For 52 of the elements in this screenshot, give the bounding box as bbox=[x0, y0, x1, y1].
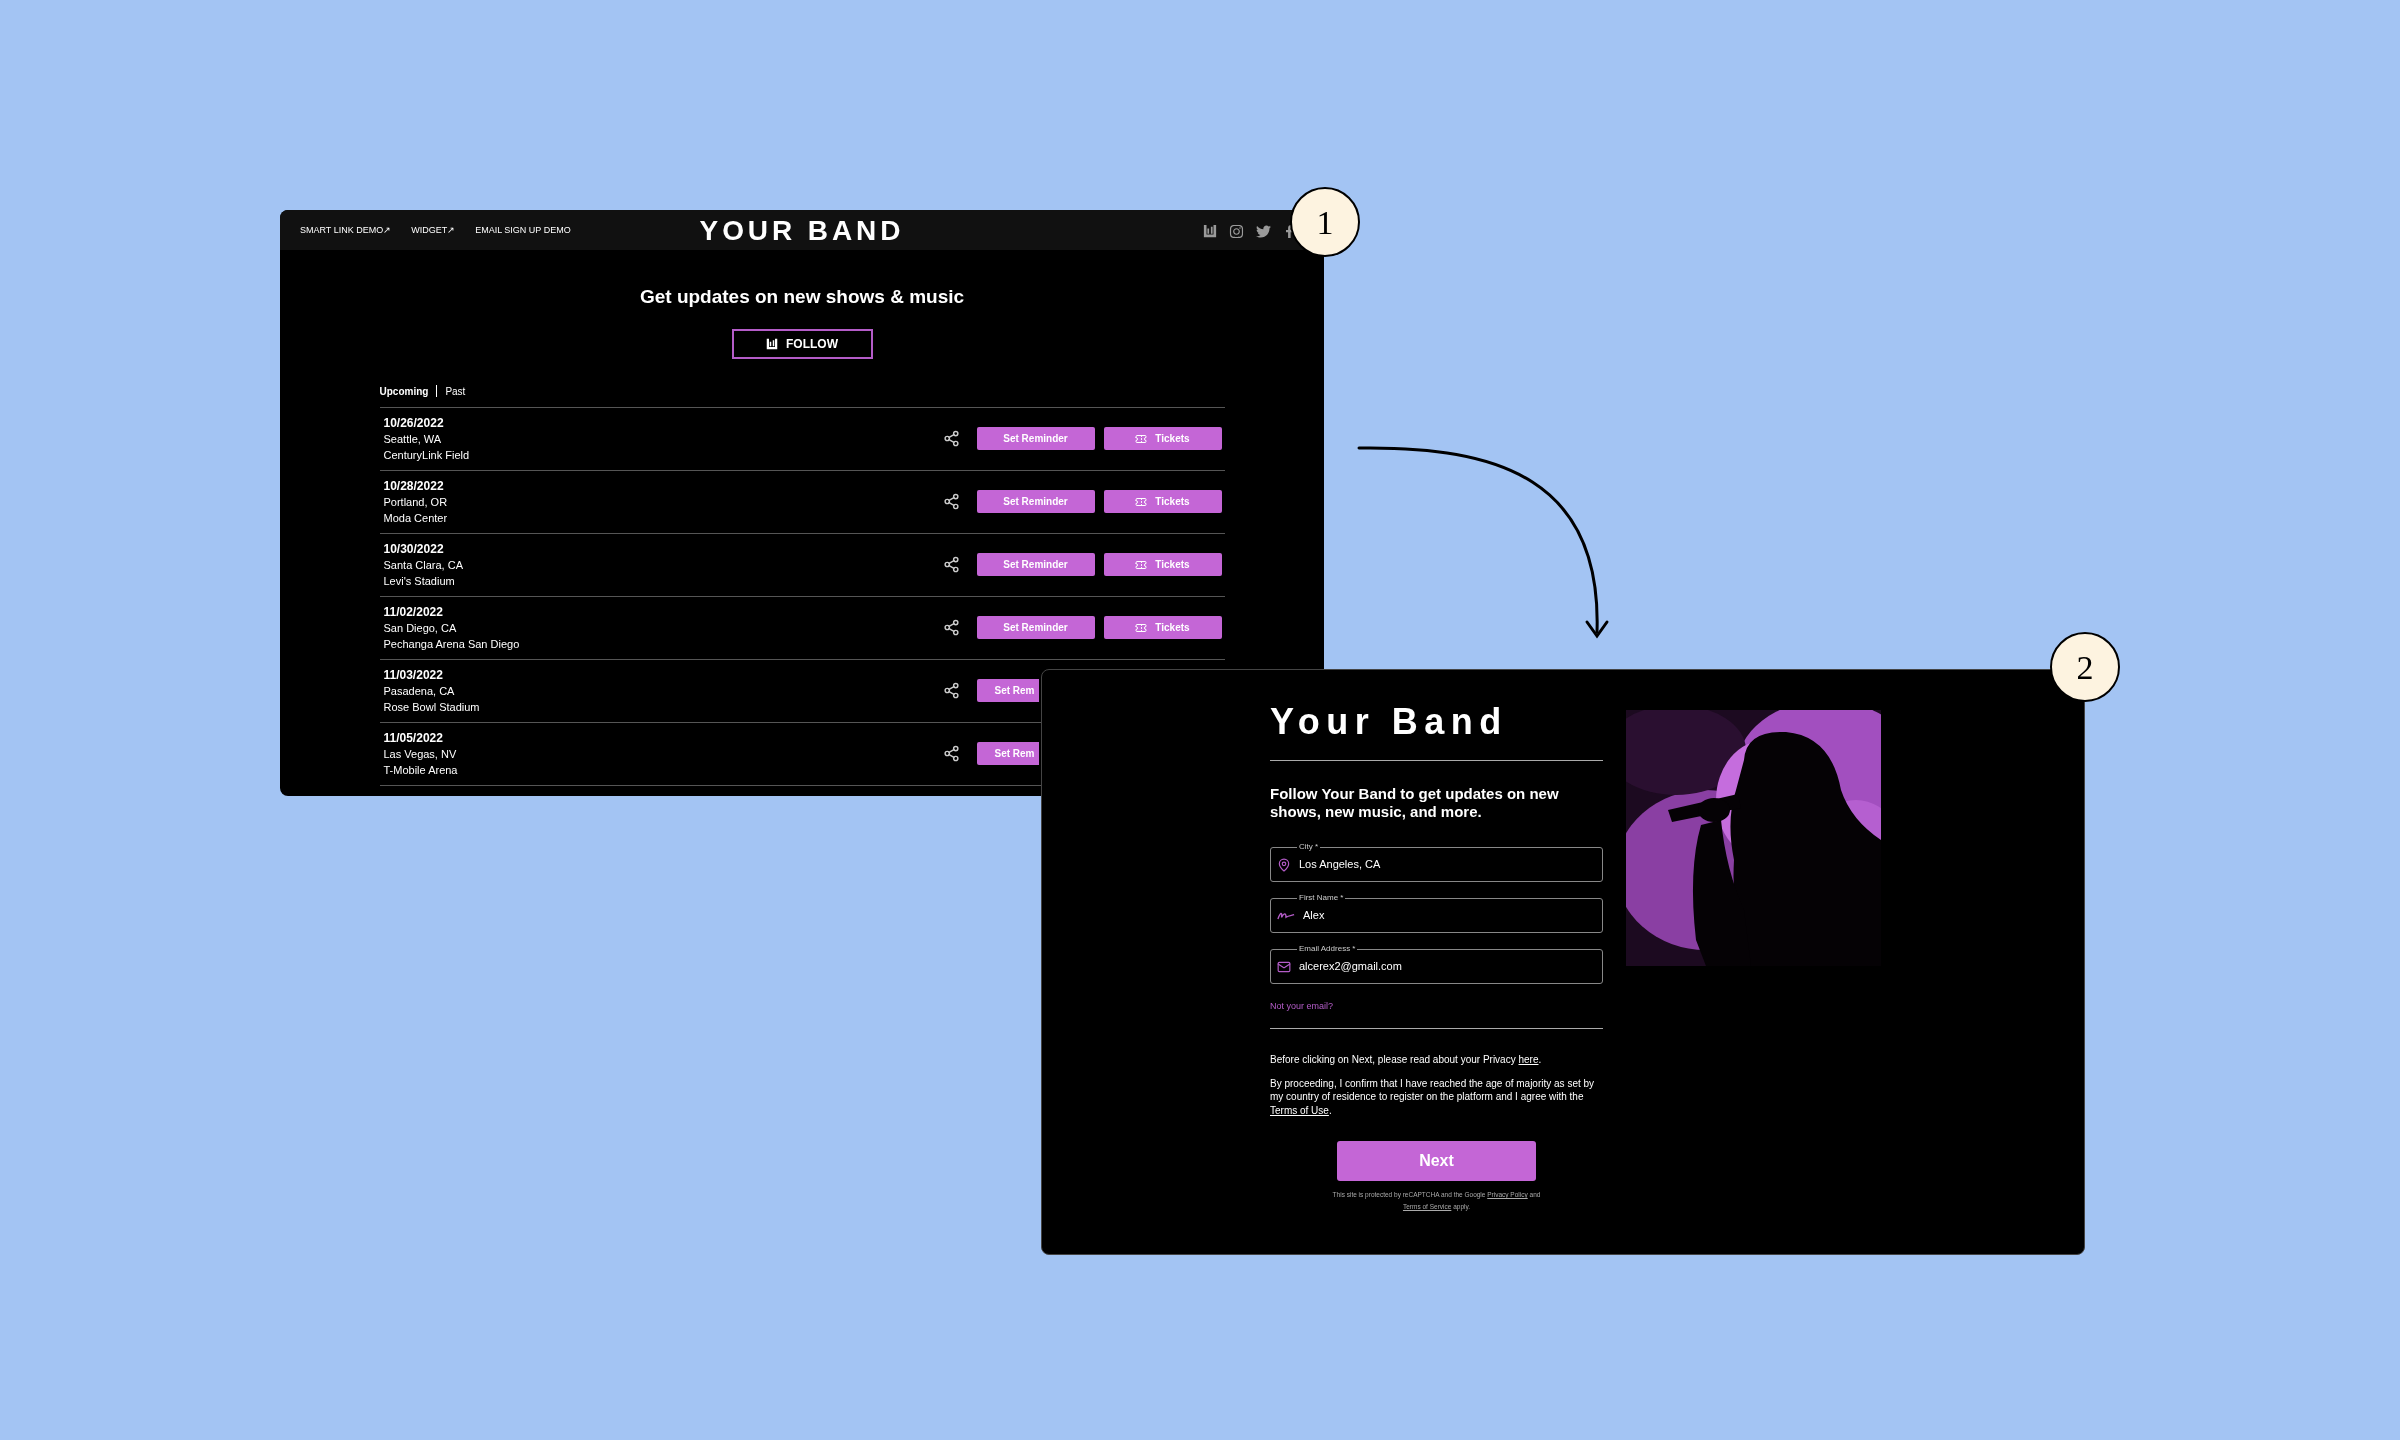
ticket-icon bbox=[1135, 432, 1148, 445]
event-venue: T-Mobile Arena bbox=[383, 762, 459, 778]
consent-text: By proceeding, I confirm that I have reached the age of majority as set by my country of residence to register on the platform and I agree with the Terms of Use. bbox=[1270, 1076, 1596, 1117]
event-date: 10/26/2022 bbox=[383, 414, 445, 431]
event-city: Seattle, WA bbox=[383, 431, 443, 447]
event-venue: Pechanga Arena San Diego bbox=[383, 636, 521, 652]
privacy-note: Before clicking on Next, please read about your Privacy here. bbox=[1270, 1052, 1543, 1066]
share-icon[interactable] bbox=[942, 682, 960, 699]
event-date: 11/02/2022 bbox=[383, 603, 444, 620]
ticket-icon bbox=[1135, 558, 1148, 571]
event-venue: Rose Bowl Stadium bbox=[383, 699, 481, 715]
event-date: 11/03/2022 bbox=[383, 666, 444, 683]
tab[interactable]: Past bbox=[445, 383, 466, 399]
event-date: 11/05/2022 bbox=[383, 729, 444, 746]
event-city: Santa Clara, CA bbox=[383, 557, 464, 573]
logo: Your Band bbox=[1270, 704, 1509, 740]
logo: YOUR BAND bbox=[699, 214, 905, 248]
share-icon[interactable] bbox=[942, 430, 960, 447]
event-date: 10/30/2022 bbox=[383, 540, 445, 557]
event-date: 10/28/2022 bbox=[383, 477, 445, 494]
bird-icon[interactable] bbox=[1256, 223, 1271, 239]
event-city: Portland, OR bbox=[383, 494, 449, 510]
tab[interactable]: Upcoming bbox=[379, 383, 429, 399]
event-city: Pasadena, CA bbox=[383, 683, 456, 699]
step-badge: 1 bbox=[1290, 187, 1360, 257]
ticket-icon bbox=[1135, 495, 1148, 508]
share-icon[interactable] bbox=[942, 556, 960, 573]
ticket-icon bbox=[1135, 621, 1148, 634]
event-venue: Levi's Stadium bbox=[383, 573, 456, 589]
camera-icon[interactable] bbox=[1229, 223, 1244, 239]
event-venue: Moda Center bbox=[383, 510, 449, 526]
map-pin-icon bbox=[1277, 857, 1291, 872]
nav-link[interactable]: WIDGET↗ bbox=[411, 224, 456, 238]
event-city: San Diego, CA bbox=[383, 620, 458, 636]
nav-link[interactable]: EMAIL SIGN UP DEMO bbox=[475, 224, 571, 238]
follow-button[interactable]: FOLLOW bbox=[731, 328, 873, 359]
envelope-icon bbox=[1277, 959, 1291, 974]
signature-icon bbox=[1277, 910, 1295, 921]
not-your-email-link[interactable]: Not your email? bbox=[1270, 1000, 1603, 1014]
share-icon[interactable] bbox=[942, 745, 960, 762]
share-icon[interactable] bbox=[942, 619, 960, 636]
field-label: City * bbox=[1297, 841, 1321, 853]
event-venue: CenturyLink Field bbox=[383, 447, 471, 463]
share-icon[interactable] bbox=[942, 493, 960, 510]
step-badge: 2 bbox=[2050, 632, 2120, 702]
event-city: Las Vegas, NV bbox=[383, 746, 458, 762]
link[interactable]: Terms of Use bbox=[1270, 1104, 1329, 1116]
intro-text: Follow Your Band to get updates on new shows, new music, and more. bbox=[1270, 785, 1560, 821]
nav-link[interactable]: SMART LINK DEMO↗ bbox=[300, 224, 392, 238]
bars-icon bbox=[1203, 224, 1217, 238]
heading: Get updates on new shows & music bbox=[639, 285, 965, 309]
bars-icon bbox=[766, 337, 778, 350]
